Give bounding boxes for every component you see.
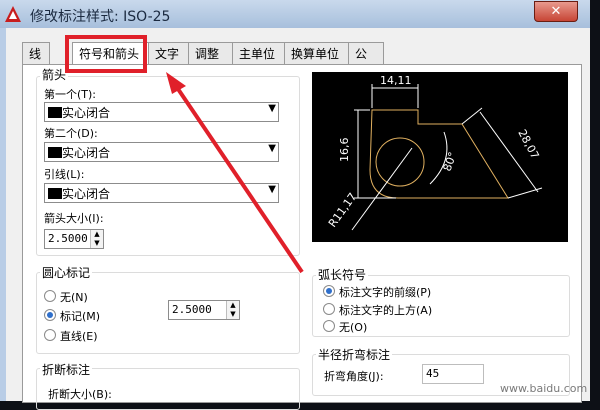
annotation-arrow [166, 72, 304, 274]
watermark: www.baidu.com [500, 382, 588, 395]
window-edge [590, 0, 600, 401]
